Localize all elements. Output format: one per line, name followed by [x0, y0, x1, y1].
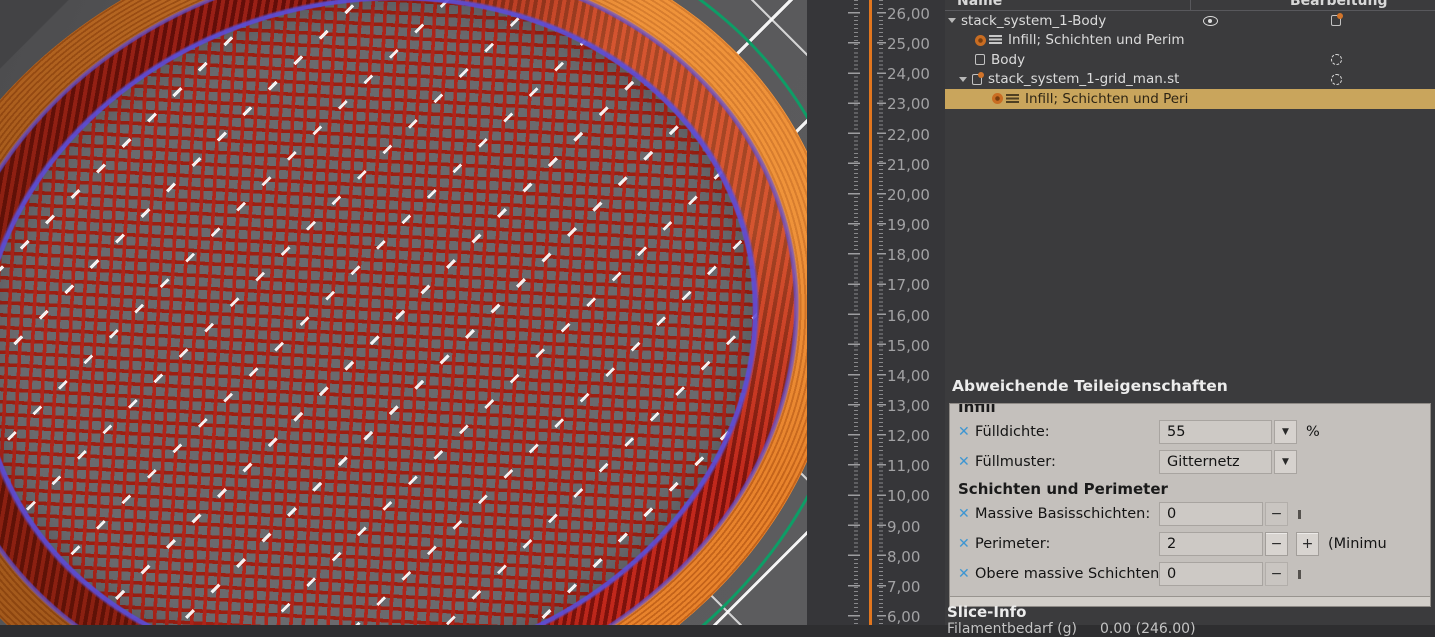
- ruler-label: 8,00: [887, 547, 921, 566]
- ruler-label: 13,00: [887, 396, 930, 415]
- object-name: stack_system_1-Body: [961, 12, 1107, 29]
- plus-button-sliver: [1298, 569, 1301, 579]
- plus-button-sliver: [1298, 509, 1301, 519]
- settings-item-label: Infill; Schichten und Perim: [1008, 32, 1185, 49]
- chevron-down-icon[interactable]: [959, 76, 967, 82]
- row-fill-density: ✕ Fülldichte: 55 ▼ %: [950, 417, 1430, 447]
- ruler-label: 6,00: [887, 608, 921, 626]
- ruler-label: 14,00: [887, 366, 930, 385]
- prusaslicer-window: { "viewport": { "description": "3D previ…: [0, 0, 1435, 637]
- part-icon: [975, 54, 985, 66]
- infill-icon: [992, 93, 1003, 105]
- tree-row-infill-settings-selected[interactable]: Infill; Schichten und Peri: [945, 89, 1435, 109]
- modifier-name: stack_system_1-grid_man.st: [988, 71, 1180, 88]
- ruler-label: 25,00: [887, 35, 930, 54]
- fill-density-input[interactable]: 55: [1159, 420, 1272, 444]
- slice-info-row: Filamentbedarf (g) 0.00 (246.00): [947, 621, 1196, 637]
- ruler-labels: 26,00 25,00 24,00 23,00 22,00 21,00 20,00 19,00…: [887, 0, 943, 626]
- gear-icon[interactable]: [1331, 73, 1342, 85]
- section-header-layers: Schichten und Perimeter: [958, 480, 1168, 498]
- tree-row-object[interactable]: stack_system_1-Body: [945, 11, 1435, 31]
- fill-pattern-select[interactable]: Gitternetz: [1159, 450, 1272, 474]
- properties-panel: Infill ✕ Fülldichte: 55 ▼ % ✕ Füllmuster…: [949, 403, 1431, 607]
- ruler-label: 15,00: [887, 336, 930, 355]
- perimeters-label: Perimeter:: [975, 536, 1051, 552]
- fill-pattern-label: Füllmuster:: [975, 454, 1056, 470]
- column-header-name: Name: [957, 0, 1003, 9]
- filament-value: 0.00 (246.00): [1100, 621, 1196, 637]
- sliced-object: [0, 0, 807, 625]
- row-perimeters: ✕ Perimeter: 2 − + (Minimu: [950, 529, 1430, 559]
- ruler-label: 10,00: [887, 487, 930, 506]
- column-divider: [1190, 0, 1191, 10]
- remove-setting-icon[interactable]: ✕: [958, 566, 975, 582]
- ruler-label: 12,00: [887, 427, 930, 446]
- ruler-ticks-major-left: [848, 0, 860, 625]
- ruler-label: 26,00: [887, 5, 930, 23]
- fill-density-dropdown-icon[interactable]: ▼: [1274, 420, 1297, 444]
- fill-density-suffix: %: [1306, 424, 1320, 440]
- ruler-label: 7,00: [887, 577, 921, 596]
- loop-outlines: [0, 0, 807, 625]
- bottom-layers-input[interactable]: 0: [1159, 502, 1263, 526]
- infill-icon: [975, 34, 986, 46]
- remove-setting-icon[interactable]: ✕: [958, 424, 975, 440]
- minus-button[interactable]: −: [1265, 502, 1288, 526]
- ruler-label: 17,00: [887, 276, 930, 295]
- filament-label: Filamentbedarf (g): [947, 621, 1077, 637]
- ruler-label: 19,00: [887, 216, 930, 235]
- ruler-ticks-major-right: [877, 0, 886, 625]
- ruler-label: 16,00: [887, 306, 930, 325]
- top-layers-label: Obere massive Schichten:: [975, 566, 1165, 582]
- row-top-layers: ✕ Obere massive Schichten: 0 −: [950, 559, 1430, 589]
- ruler-label: 23,00: [887, 95, 930, 114]
- fill-pattern-dropdown-icon[interactable]: ▼: [1274, 450, 1297, 474]
- ruler-label: 20,00: [887, 185, 930, 204]
- chevron-down-icon[interactable]: [948, 18, 956, 24]
- object-panel: Name Bearbeitung stack_system_1-Body Inf…: [945, 0, 1435, 637]
- row-bottom-layers: ✕ Massive Basisschichten: 0 −: [950, 499, 1430, 529]
- tree-row-infill-settings[interactable]: Infill; Schichten und Perim: [945, 31, 1435, 51]
- ruler-label: 9,00: [887, 517, 921, 536]
- plus-button[interactable]: +: [1296, 532, 1319, 556]
- perimeters-note: (Minimu: [1328, 536, 1387, 552]
- layer-slider-ruler: 26,00 25,00 24,00 23,00 22,00 21,00 20,00 19,00…: [807, 0, 945, 626]
- eye-icon[interactable]: [1203, 16, 1218, 26]
- slice-info-title: Slice-Info: [947, 603, 1027, 621]
- tree-row-modifier[interactable]: stack_system_1-grid_man.st: [945, 70, 1435, 90]
- ruler-label: 18,00: [887, 246, 930, 265]
- edit-settings-icon[interactable]: [1331, 13, 1343, 26]
- tree-row-body[interactable]: Body: [945, 50, 1435, 70]
- ruler-label: 22,00: [887, 125, 930, 144]
- settings-item-label: Infill; Schichten und Peri: [1025, 90, 1189, 107]
- ruler-label: 24,00: [887, 65, 930, 84]
- minus-button[interactable]: −: [1265, 562, 1288, 586]
- row-fill-pattern: ✕ Füllmuster: Gitternetz ▼: [950, 447, 1430, 477]
- perimeters-input[interactable]: 2: [1159, 532, 1263, 556]
- section-header-infill: Infill: [958, 403, 996, 416]
- column-header-edit: Bearbeitung: [1290, 0, 1388, 9]
- fill-density-label: Fülldichte:: [975, 424, 1050, 440]
- layer-slider-track[interactable]: [869, 0, 872, 625]
- remove-setting-icon[interactable]: ✕: [958, 454, 975, 470]
- layers-icon: [989, 35, 1002, 46]
- top-layers-input[interactable]: 0: [1159, 562, 1263, 586]
- bottom-layers-label: Massive Basisschichten:: [975, 506, 1151, 522]
- minus-button[interactable]: −: [1265, 532, 1288, 556]
- 3d-viewport[interactable]: [0, 0, 807, 625]
- remove-setting-icon[interactable]: ✕: [958, 506, 975, 522]
- part-name: Body: [991, 51, 1026, 68]
- modifier-part-icon: [972, 71, 984, 85]
- remove-setting-icon[interactable]: ✕: [958, 536, 975, 552]
- ruler-label: 21,00: [887, 155, 930, 174]
- gear-icon[interactable]: [1331, 54, 1342, 65]
- layers-icon: [1006, 93, 1019, 104]
- ruler-label: 11,00: [887, 457, 930, 476]
- tree-header: Name Bearbeitung: [945, 0, 1435, 11]
- properties-title: Abweichende Teileigenschaften: [952, 377, 1228, 395]
